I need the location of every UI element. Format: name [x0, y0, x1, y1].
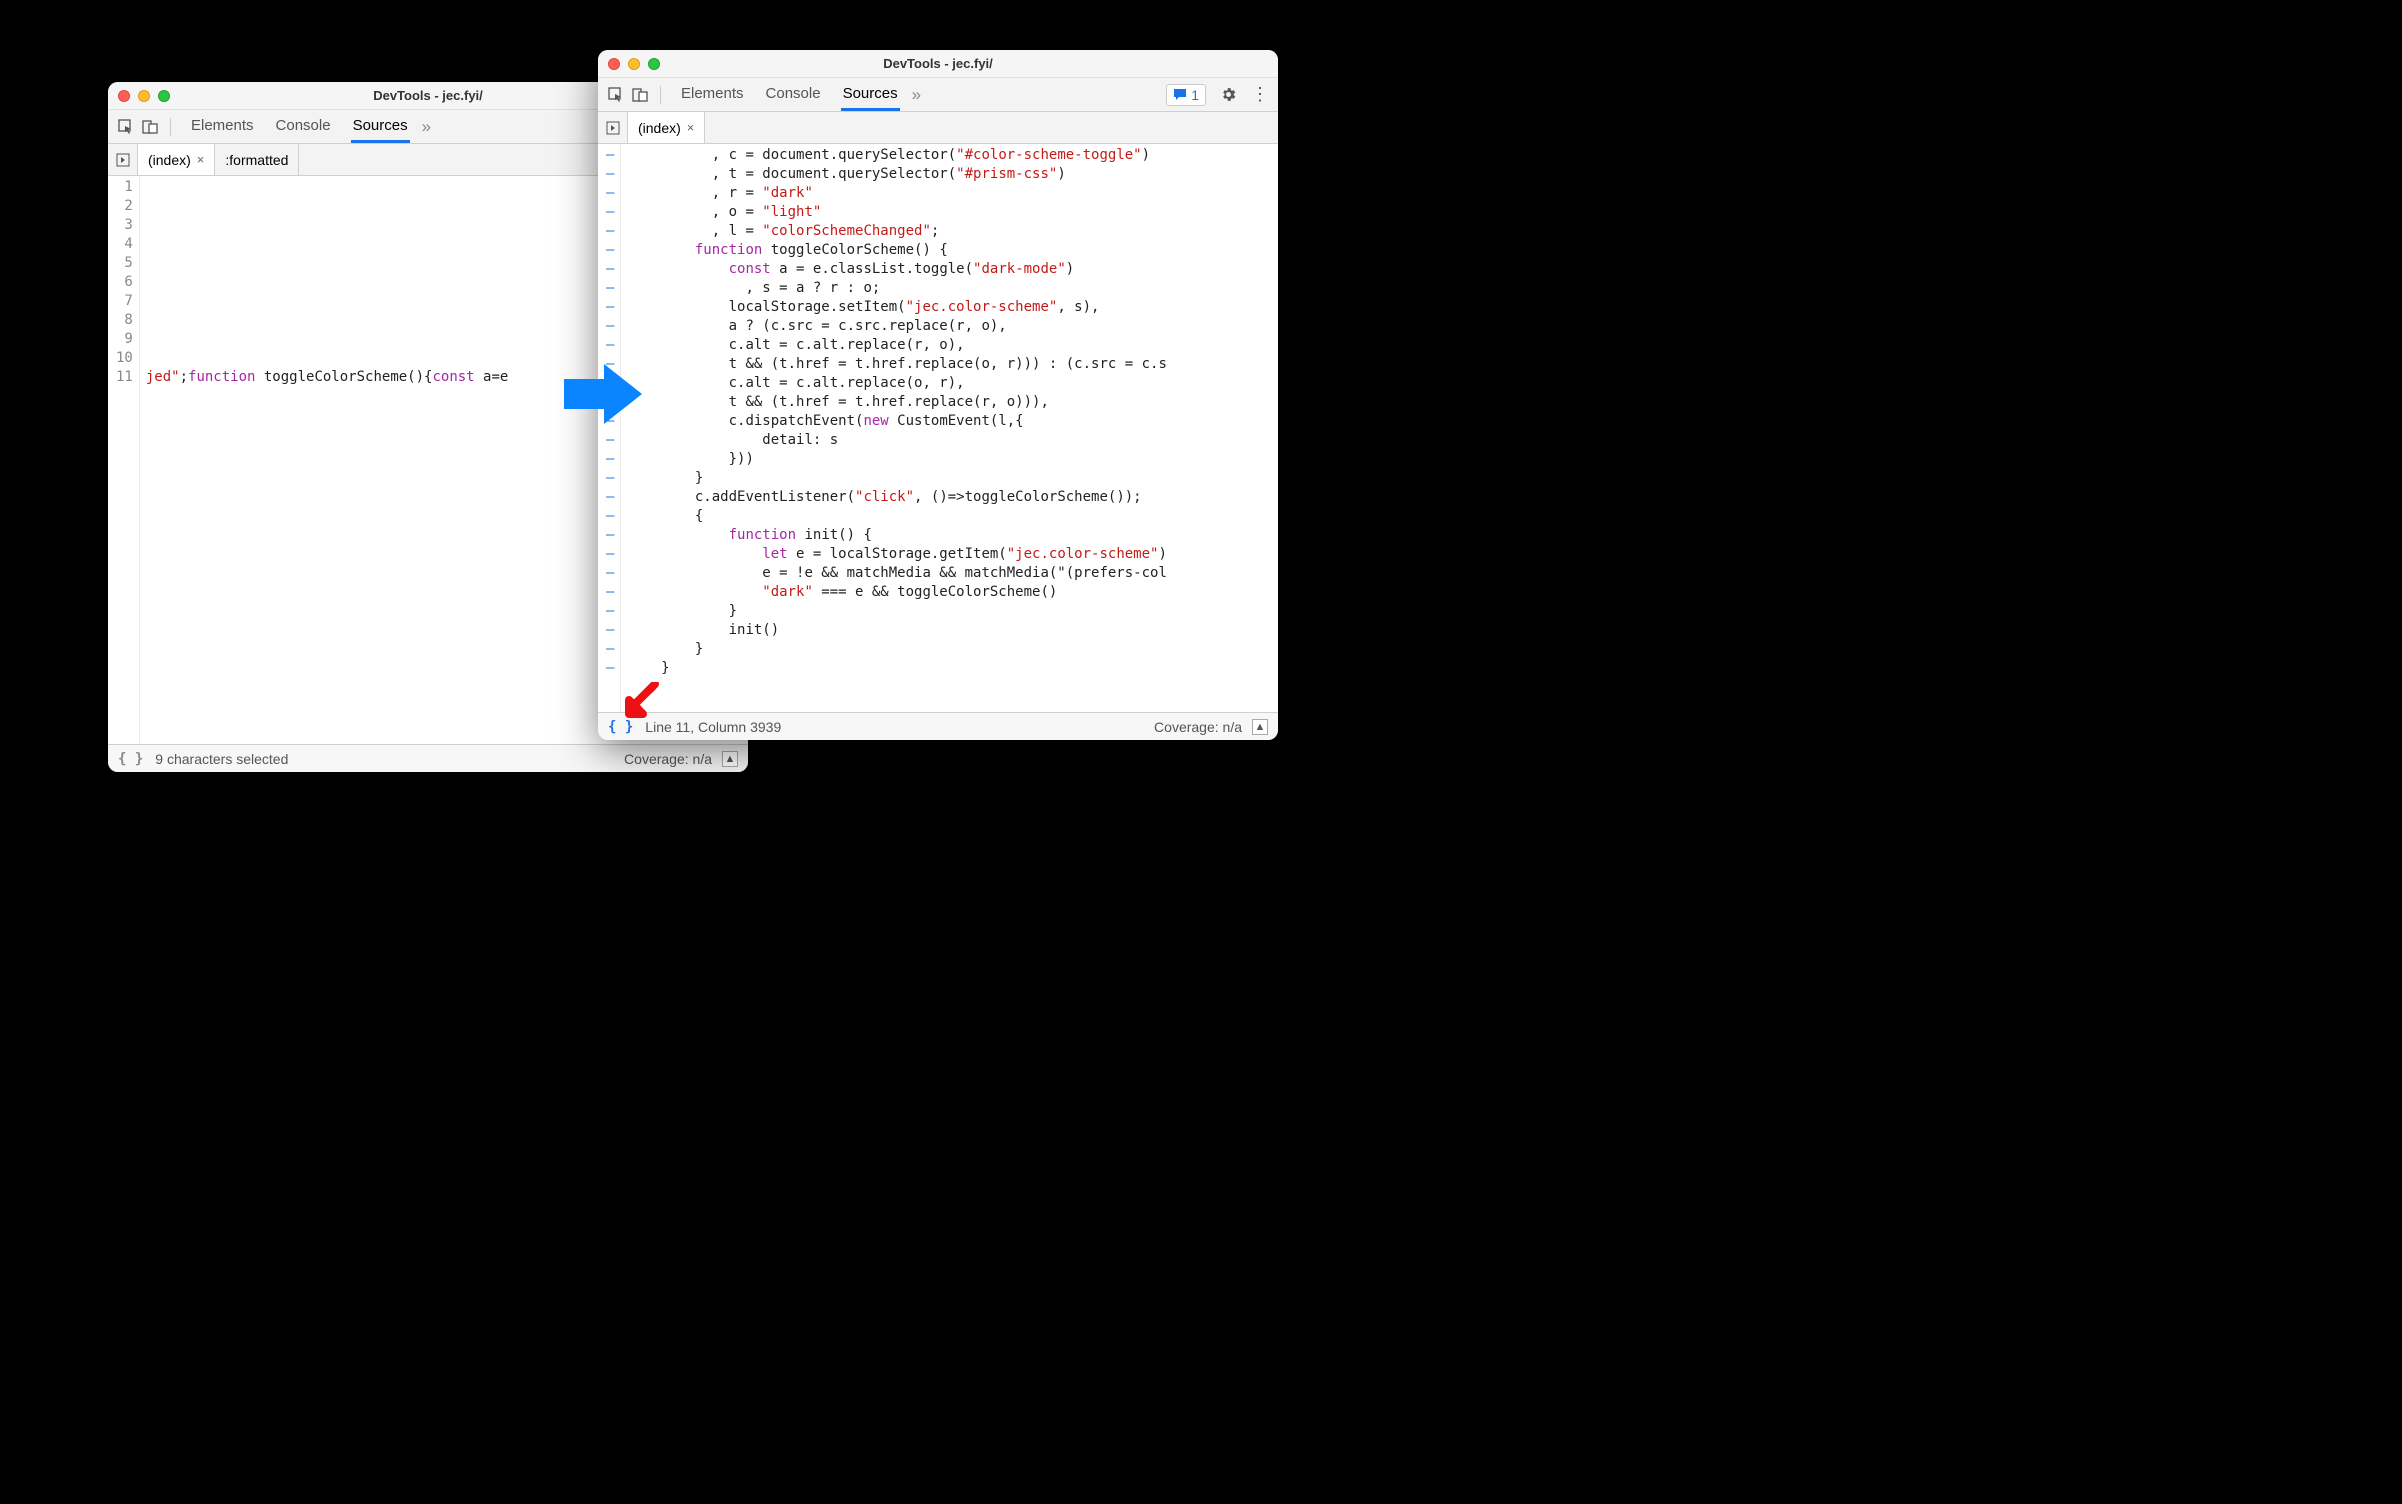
pretty-print-icon[interactable]: { } [608, 719, 633, 735]
more-menu-icon[interactable]: ⋮ [1250, 85, 1270, 105]
titlebar: DevTools - jec.fyi/ [598, 50, 1278, 78]
devtools-window-after: DevTools - jec.fyi/ Elements Console Sou… [598, 50, 1278, 740]
code-content: , c = document.querySelector("#color-sch… [621, 144, 1166, 712]
tab-console[interactable]: Console [274, 110, 333, 143]
issues-count: 1 [1191, 87, 1199, 103]
main-toolbar: Elements Console Sources » 1 ⋮ [598, 78, 1278, 112]
statusbar: { } Line 11, Column 3939 Coverage: n/a ▲ [598, 712, 1278, 740]
coverage-text: Coverage: n/a [624, 751, 712, 767]
inspect-element-icon[interactable] [116, 117, 136, 137]
close-tab-icon[interactable]: × [197, 152, 205, 167]
minimize-window-button[interactable] [138, 90, 150, 102]
zoom-window-button[interactable] [158, 90, 170, 102]
tab-sources[interactable]: Sources [841, 78, 900, 111]
close-window-button[interactable] [608, 58, 620, 70]
show-drawer-icon[interactable]: ▲ [1252, 719, 1268, 735]
source-tab-index[interactable]: (index) × [138, 144, 215, 175]
window-title: DevTools - jec.fyi/ [598, 56, 1278, 71]
status-text: 9 characters selected [155, 751, 288, 767]
close-window-button[interactable] [118, 90, 130, 102]
traffic-lights [608, 58, 660, 70]
settings-gear-icon[interactable] [1218, 85, 1238, 105]
zoom-window-button[interactable] [648, 58, 660, 70]
tab-console[interactable]: Console [764, 78, 823, 111]
close-tab-icon[interactable]: × [687, 120, 695, 135]
device-toolbar-icon[interactable] [630, 85, 650, 105]
statusbar: { } 9 characters selected Coverage: n/a … [108, 744, 748, 772]
issues-button[interactable]: 1 [1166, 84, 1206, 106]
line-number-gutter: 1234567891011 [108, 176, 140, 744]
panel-tabs: Elements Console Sources [189, 110, 410, 143]
source-tabbar: (index) × [598, 112, 1278, 144]
navigator-toggle-icon[interactable] [598, 112, 628, 143]
traffic-lights [118, 90, 170, 102]
tab-elements[interactable]: Elements [189, 110, 256, 143]
tab-sources[interactable]: Sources [351, 110, 410, 143]
tab-elements[interactable]: Elements [679, 78, 746, 111]
chat-icon [1173, 88, 1187, 102]
blue-arrow-annotation [564, 364, 644, 424]
source-tab-label: (index) [148, 152, 191, 168]
source-tab-index[interactable]: (index) × [628, 112, 705, 143]
source-tab-label: :formatted [225, 152, 288, 168]
inspect-element-icon[interactable] [606, 85, 626, 105]
more-tabs-button[interactable]: » [912, 85, 921, 105]
status-text: Line 11, Column 3939 [645, 719, 781, 735]
minimize-window-button[interactable] [628, 58, 640, 70]
device-toolbar-icon[interactable] [140, 117, 160, 137]
more-tabs-button[interactable]: » [422, 117, 431, 137]
red-arrow-annotation [625, 682, 661, 718]
source-tab-formatted[interactable]: :formatted [215, 144, 299, 175]
line-number-gutter: –––––––––––––––––––––––––––– [598, 144, 621, 712]
show-drawer-icon[interactable]: ▲ [722, 751, 738, 767]
pretty-print-icon[interactable]: { } [118, 751, 143, 767]
code-editor[interactable]: –––––––––––––––––––––––––––– , c = docum… [598, 144, 1278, 712]
navigator-toggle-icon[interactable] [108, 144, 138, 175]
source-tab-label: (index) [638, 120, 681, 136]
panel-tabs: Elements Console Sources [679, 78, 900, 111]
coverage-text: Coverage: n/a [1154, 719, 1242, 735]
code-content: jed";function toggleColorScheme(){const … [140, 176, 508, 744]
